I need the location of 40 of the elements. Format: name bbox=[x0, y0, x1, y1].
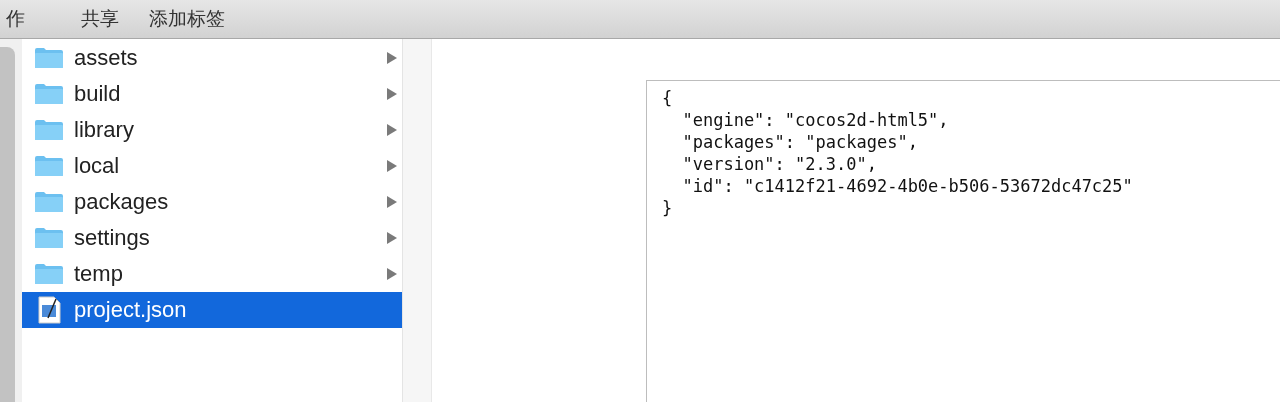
file-name: local bbox=[74, 153, 121, 179]
toolbar-button[interactable]: 共享 bbox=[81, 6, 119, 32]
file-row[interactable]: settings bbox=[22, 220, 402, 256]
code-line: "packages": "packages", bbox=[681, 131, 919, 153]
folder-icon bbox=[34, 227, 64, 249]
folder-icon bbox=[34, 119, 64, 141]
disclosure-arrow-icon bbox=[386, 123, 398, 137]
file-row[interactable]: assets bbox=[22, 40, 402, 76]
file-name: build bbox=[74, 81, 122, 107]
file-name: library bbox=[74, 117, 135, 143]
disclosure-arrow-icon bbox=[386, 87, 398, 101]
disclosure-arrow-icon bbox=[386, 159, 398, 173]
disclosure-arrow-icon bbox=[386, 267, 398, 281]
code-line: "version": "2.3.0", bbox=[681, 153, 878, 175]
disclosure-arrow-icon bbox=[386, 51, 398, 65]
toolbar-button[interactable]: 添加标签 bbox=[149, 6, 225, 32]
file-name: assets bbox=[74, 45, 139, 71]
code-line: } bbox=[662, 197, 674, 219]
folder-icon bbox=[34, 191, 64, 213]
file-row[interactable]: build bbox=[22, 76, 402, 112]
file-row[interactable]: library bbox=[22, 112, 402, 148]
folder-icon bbox=[34, 263, 64, 285]
scrollbar-thumb[interactable] bbox=[0, 47, 15, 402]
folder-icon bbox=[34, 83, 64, 105]
code-line: "engine": "cocos2d-html5", bbox=[681, 109, 950, 131]
file-row[interactable]: packages bbox=[22, 184, 402, 220]
toolbar-button[interactable]: 作 bbox=[6, 6, 25, 32]
folder-icon bbox=[34, 47, 64, 69]
code-line: "id": "c1412f21-4692-4b0e-b506-53672dc47c25" bbox=[681, 175, 1134, 197]
file-row[interactable]: local bbox=[22, 148, 402, 184]
disclosure-arrow-icon bbox=[386, 195, 398, 209]
file-name: settings bbox=[74, 225, 151, 251]
folder-icon bbox=[34, 155, 64, 177]
file-name: temp bbox=[74, 261, 124, 287]
file-row[interactable]: temp bbox=[22, 256, 402, 292]
disclosure-arrow-icon bbox=[386, 231, 398, 245]
file-name: packages bbox=[74, 189, 170, 215]
file-name: project.json bbox=[74, 297, 188, 323]
code-line: { bbox=[662, 87, 674, 109]
file-row[interactable]: project.json bbox=[22, 292, 402, 328]
